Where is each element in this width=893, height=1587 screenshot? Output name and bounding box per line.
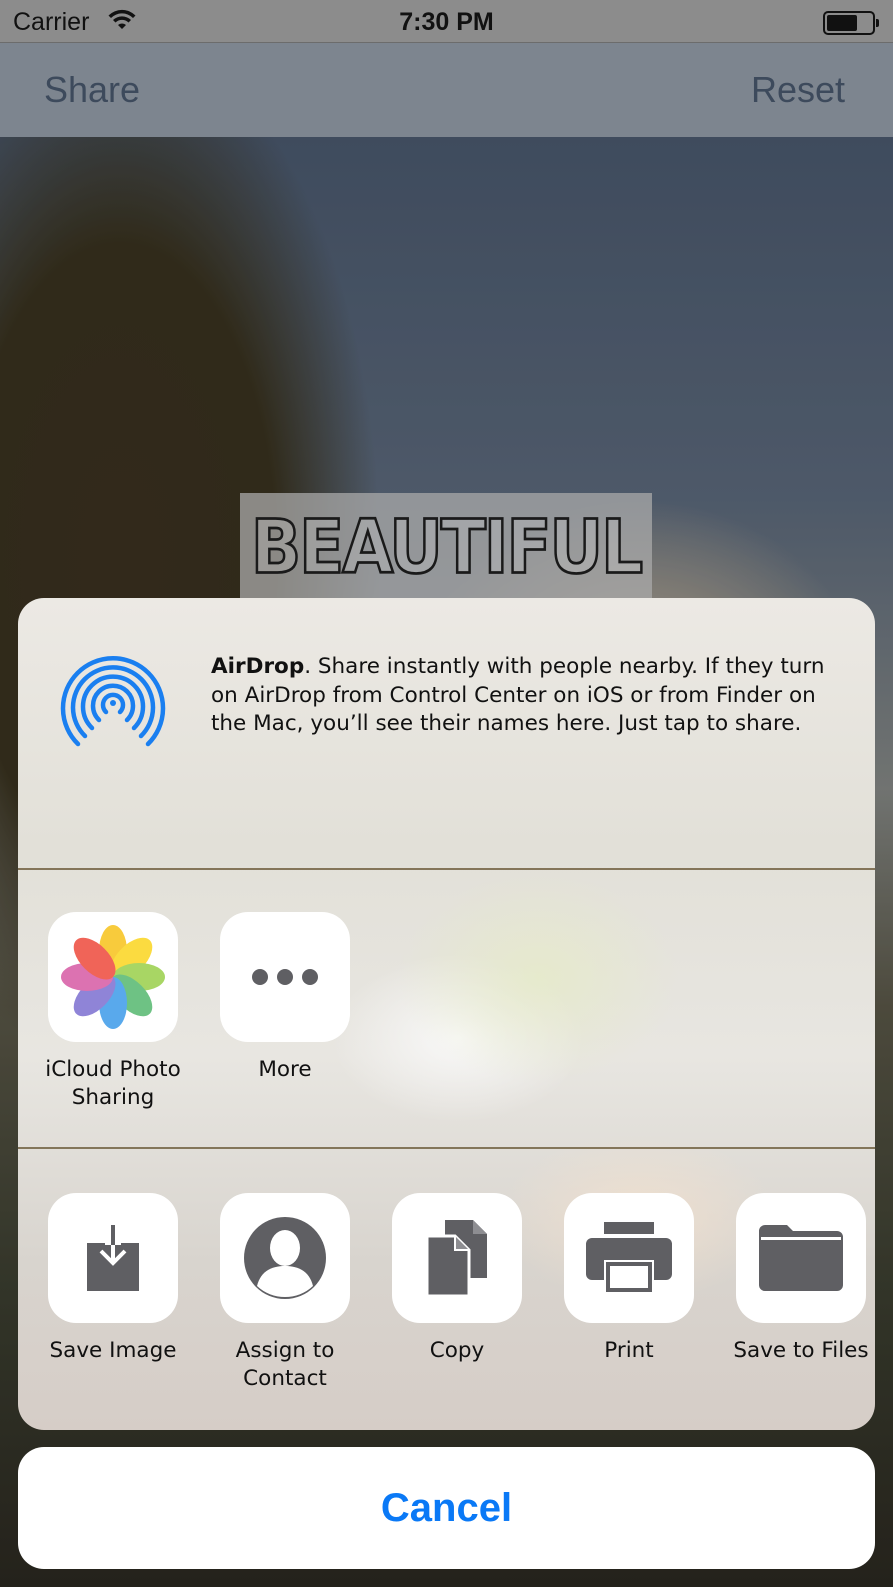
status-bar: Carrier 7:30 PM	[0, 0, 893, 42]
airdrop-title: AirDrop	[211, 654, 305, 679]
clock: 7:30 PM	[399, 8, 494, 36]
tile-label: Print	[604, 1338, 654, 1363]
airdrop-description: AirDrop. Share instantly with people nea…	[211, 653, 851, 739]
more-icon[interactable]	[220, 912, 350, 1042]
cancel-button[interactable]: Cancel	[18, 1447, 875, 1569]
tile-label: iCloud Photo Sharing	[45, 1057, 181, 1110]
copy-icon[interactable]	[392, 1193, 522, 1323]
save-image-icon[interactable]	[48, 1193, 178, 1323]
share-button[interactable]: Share	[44, 69, 140, 111]
reset-button[interactable]: Reset	[751, 69, 845, 111]
tile-label: Save to Files	[733, 1338, 869, 1363]
more-tile[interactable]: More	[197, 912, 373, 1084]
print-tile[interactable]: Print	[541, 1193, 717, 1365]
airdrop-section: AirDrop. Share instantly with people nea…	[18, 598, 875, 868]
icloud-photo-sharing-tile[interactable]: iCloud Photo Sharing	[25, 912, 201, 1112]
save-to-files-tile[interactable]: Save to Files	[713, 1193, 875, 1365]
section-divider	[18, 1147, 875, 1149]
tile-label: Save Image	[49, 1338, 177, 1363]
navigation-bar: Share Reset	[0, 42, 893, 137]
tile-label: Assign to Contact	[235, 1338, 335, 1391]
save-image-tile[interactable]: Save Image	[25, 1193, 201, 1365]
share-sheet: AirDrop. Share instantly with people nea…	[18, 598, 875, 1430]
tile-label: More	[258, 1057, 312, 1082]
battery-icon	[823, 11, 879, 35]
photos-icon[interactable]	[48, 912, 178, 1042]
print-icon[interactable]	[564, 1193, 694, 1323]
caption-text: BEAUTIFUL	[250, 503, 645, 592]
copy-tile[interactable]: Copy	[369, 1193, 545, 1365]
airdrop-icon[interactable]	[58, 648, 168, 763]
airdrop-body: . Share instantly with people nearby. If…	[211, 654, 825, 736]
section-divider	[18, 868, 875, 870]
contact-icon[interactable]	[220, 1193, 350, 1323]
tile-label: Copy	[429, 1338, 485, 1363]
assign-to-contact-tile[interactable]: Assign to Contact	[197, 1193, 373, 1393]
caption-box: BEAUTIFUL	[240, 493, 652, 603]
folder-icon[interactable]	[736, 1193, 866, 1323]
